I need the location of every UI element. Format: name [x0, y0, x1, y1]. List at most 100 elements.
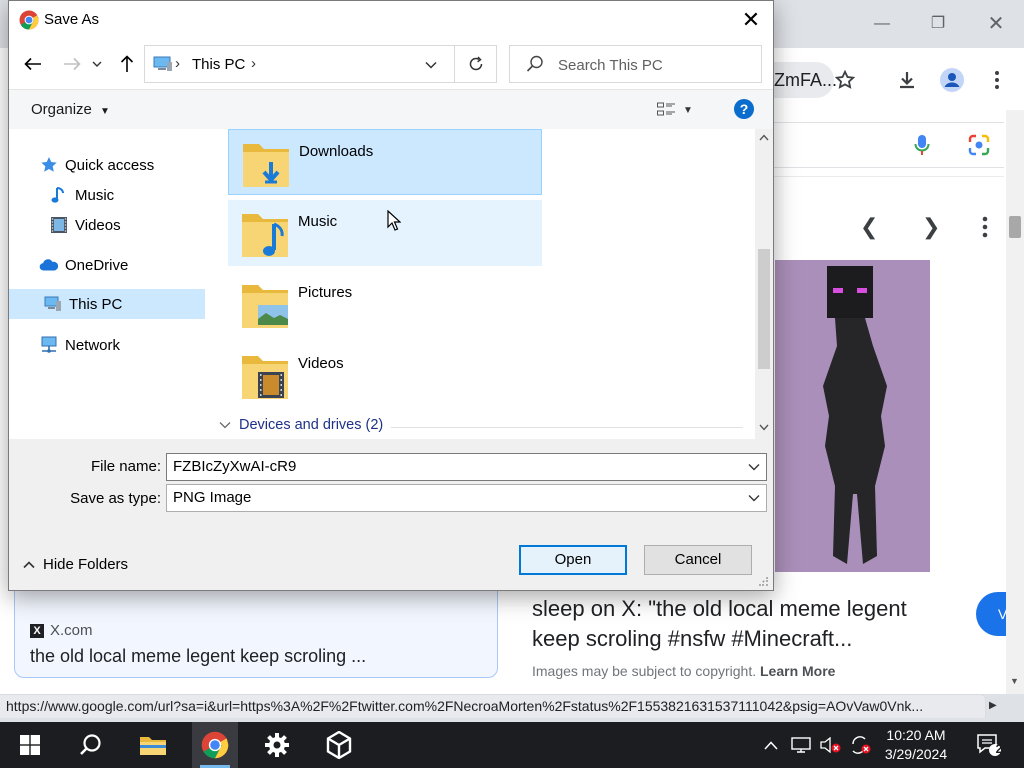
file-list-scroll-thumb[interactable]	[758, 249, 770, 369]
pictures-folder-icon	[242, 285, 288, 328]
viewer-title[interactable]: sleep on X: "the old local meme legent k…	[532, 594, 932, 654]
file-list-pane: Downloads Music Pictures Videos Devices …	[211, 129, 773, 439]
forward-arrow-icon[interactable]	[59, 51, 85, 77]
chrome-icon	[201, 731, 229, 759]
volume-muted-icon[interactable]	[816, 722, 846, 768]
close-window-icon[interactable]: ✕	[982, 10, 1010, 38]
search-input[interactable]	[558, 55, 753, 75]
open-button[interactable]: Open	[519, 545, 627, 575]
notification-center-button[interactable]: 2	[966, 722, 1012, 768]
help-icon[interactable]: ?	[734, 99, 754, 119]
nav-item-network[interactable]: Network	[9, 330, 205, 360]
chevron-down-icon[interactable]	[748, 460, 760, 474]
page-scrollbar[interactable]: ▼	[1006, 110, 1024, 694]
image-viewer-nav: ❮ ❯	[774, 198, 1004, 254]
more-options-icon[interactable]	[982, 216, 988, 243]
start-button[interactable]	[7, 722, 53, 768]
clock-time: 10:20 AM	[886, 727, 946, 743]
taskbar-chrome[interactable]	[192, 722, 238, 768]
windows-logo-icon	[20, 735, 40, 755]
folder-videos[interactable]: Videos	[228, 342, 542, 408]
taskbar-search-button[interactable]	[68, 722, 114, 768]
nav-item-label: Music	[75, 186, 115, 204]
previous-image-icon[interactable]: ❮	[860, 214, 878, 240]
address-bar[interactable]: › This PC ›	[144, 45, 497, 83]
omnibox[interactable]: ZmFA...	[774, 62, 837, 98]
status-bar-url: https://www.google.com/url?sa=i&url=http…	[0, 694, 986, 718]
videos-folder-icon	[242, 356, 288, 399]
taskbar-settings[interactable]	[254, 722, 300, 768]
folder-pictures[interactable]: Pictures	[228, 271, 542, 337]
folder-name: Downloads	[299, 143, 374, 160]
nav-item-label: This PC	[69, 295, 123, 313]
nav-item-videos[interactable]: Videos	[9, 210, 205, 240]
network-icon	[39, 335, 59, 355]
folder-music[interactable]: Music	[228, 200, 542, 266]
next-image-icon[interactable]: ❯	[922, 214, 940, 240]
back-arrow-icon[interactable]	[20, 51, 46, 77]
save-type-label: Save as type:	[70, 490, 161, 507]
taskbar-clock[interactable]: 10:20 AM 3/29/2024	[872, 722, 960, 768]
downloads-folder-icon	[243, 144, 289, 187]
organize-label: Organize	[31, 101, 92, 118]
search-icon	[80, 734, 101, 755]
caret-down-icon: ▼	[683, 104, 693, 116]
dialog-bottom-panel: File name: FZBIcZyXwAI-cR9 Save as type:…	[9, 439, 773, 590]
hide-folders-button[interactable]: Hide Folders	[23, 556, 128, 573]
show-hidden-icons-chevron-icon[interactable]	[756, 722, 786, 768]
breadcrumb-chevron-icon[interactable]: ›	[251, 55, 256, 72]
folder-downloads[interactable]: Downloads	[228, 129, 542, 195]
nav-item-quick-access[interactable]: Quick access	[9, 150, 205, 180]
preview-image[interactable]	[775, 260, 930, 572]
cancel-button[interactable]: Cancel	[644, 545, 752, 575]
page-scroll-thumb[interactable]	[1009, 216, 1021, 238]
view-options-icon	[657, 102, 675, 116]
taskbar-file-explorer[interactable]	[130, 722, 176, 768]
bookmark-star-icon[interactable]	[829, 64, 861, 96]
devices-group-header[interactable]: Devices and drives (2)	[219, 417, 383, 433]
scroll-right-arrow-icon[interactable]: ▶	[989, 700, 997, 711]
change-view-button[interactable]: ▼	[657, 100, 701, 120]
restore-icon[interactable]: ❐	[924, 10, 952, 38]
taskbar-unity[interactable]	[316, 722, 362, 768]
nav-item-label: Quick access	[65, 156, 155, 174]
google-search-box[interactable]	[774, 122, 1004, 168]
navigation-pane: Quick access Music Videos OneDrive This …	[9, 129, 211, 439]
scroll-down-arrow-icon[interactable]: ▼	[1010, 676, 1019, 686]
notification-count: 2	[995, 742, 1003, 756]
address-dropdown-icon[interactable]	[425, 56, 443, 72]
search-box[interactable]	[509, 45, 762, 83]
result-title[interactable]: the old local meme legent keep scroling …	[30, 646, 366, 667]
voice-search-icon[interactable]	[914, 134, 930, 161]
learn-more-link[interactable]: Learn More	[760, 663, 835, 679]
profile-avatar-icon[interactable]	[936, 64, 968, 96]
scroll-up-arrow-icon[interactable]	[759, 133, 769, 144]
dialog-title-bar: Save As ✕	[9, 1, 773, 39]
x-logo-icon: X	[30, 623, 44, 638]
resize-grip-icon[interactable]	[759, 577, 771, 589]
recent-locations-chevron-icon[interactable]	[89, 51, 105, 77]
minimize-icon[interactable]: —	[868, 10, 896, 38]
file-explorer-icon	[140, 737, 166, 755]
network-status-icon[interactable]	[786, 722, 816, 768]
nav-item-onedrive[interactable]: OneDrive	[9, 250, 205, 280]
up-arrow-icon[interactable]	[114, 51, 140, 77]
address-path[interactable]: This PC	[192, 56, 245, 73]
computer-icon	[153, 56, 172, 71]
nav-item-music[interactable]: Music	[9, 180, 205, 210]
dialog-close-icon[interactable]: ✕	[731, 5, 771, 35]
scroll-down-arrow-icon[interactable]	[759, 423, 769, 434]
browser-menu-icon[interactable]	[981, 64, 1013, 96]
save-type-select[interactable]: PNG Image	[166, 484, 767, 512]
download-icon[interactable]	[891, 64, 923, 96]
google-lens-icon[interactable]	[967, 133, 991, 162]
film-icon	[49, 215, 69, 235]
copyright-text: Images may be subject to copyright.	[532, 663, 757, 679]
organize-menu[interactable]: Organize ▼	[31, 101, 110, 118]
nav-item-this-pc[interactable]: This PC	[9, 289, 205, 319]
copyright-notice: Images may be subject to copyright. Lear…	[532, 663, 835, 679]
devices-group-label: Devices and drives (2)	[239, 417, 384, 433]
refresh-icon[interactable]	[454, 46, 496, 82]
chevron-up-icon	[23, 560, 35, 568]
file-name-field[interactable]: FZBIcZyXwAI-cR9	[166, 453, 767, 481]
